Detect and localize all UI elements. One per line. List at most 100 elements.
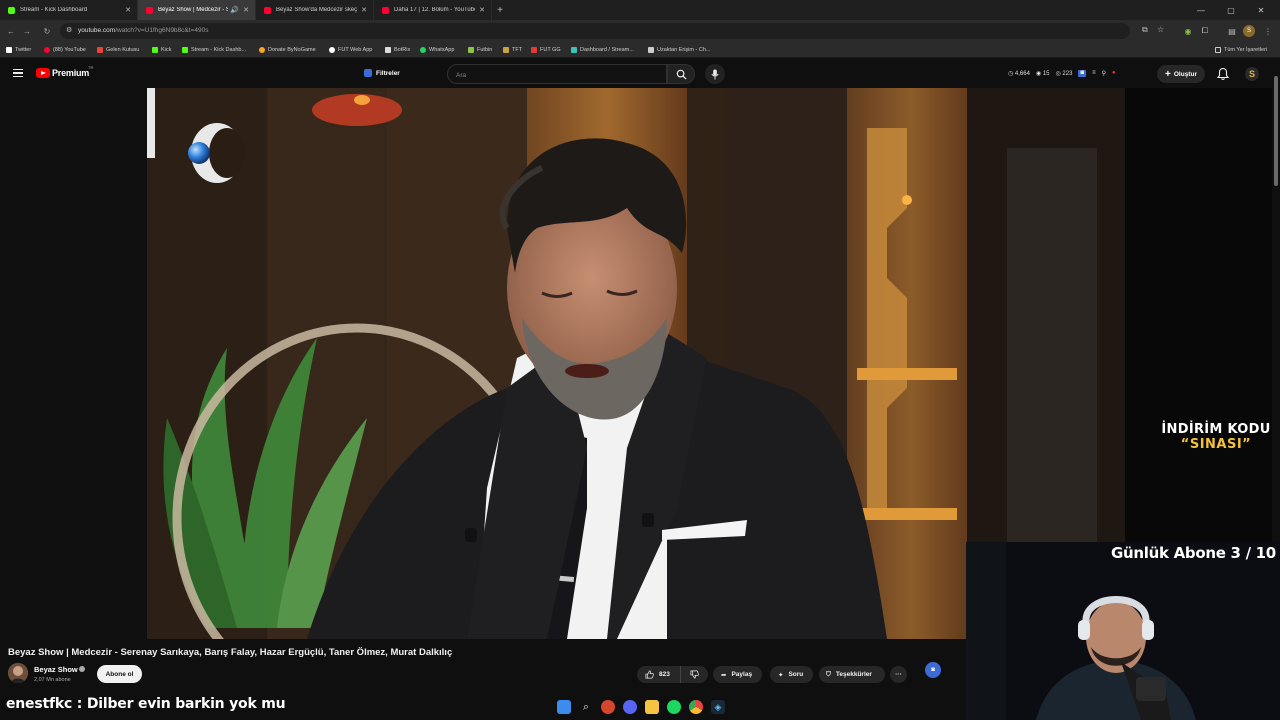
bookmark-fut-web-app[interactable]: FUT Web App: [329, 45, 372, 55]
file-explorer-icon[interactable]: [645, 700, 659, 714]
app-icon[interactable]: [601, 700, 615, 714]
bookmark-tft[interactable]: TFT: [503, 45, 522, 55]
discord-icon[interactable]: [623, 700, 637, 714]
bookmark-youtube[interactable]: (88) YouTube: [44, 45, 86, 55]
live-dot-icon[interactable]: ●: [1112, 70, 1116, 77]
bookmark-whatsapp[interactable]: WhatsApp: [420, 45, 454, 55]
youtube-premium-wordmark[interactable]: Premium: [52, 68, 89, 78]
list-icon[interactable]: ≡: [1092, 70, 1096, 77]
bookmark-label: Futbin: [477, 47, 493, 53]
more-actions-button[interactable]: ···: [890, 666, 907, 683]
browser-tab[interactable]: Beyaz Show'da Medcezir skeç... ✕: [256, 0, 374, 20]
close-window-button[interactable]: ✕: [1250, 0, 1272, 20]
promo-code: “SINASI”: [1180, 437, 1252, 452]
thanks-button[interactable]: ⛉ Teşekkürler: [819, 666, 885, 683]
pin-icon[interactable]: ⚲: [1102, 70, 1106, 77]
close-tab-icon[interactable]: ✕: [361, 6, 367, 14]
address-bar[interactable]: ⚙ youtube.com/watch?v=U1fhg6N9b8c&t=490s…: [60, 23, 1164, 39]
subscriber-goal-overlay: Günlük Abone 3 / 10: [1111, 544, 1276, 562]
bookmark-gmail[interactable]: Gelen Kutusu: [97, 45, 139, 55]
windows-start-icon[interactable]: [557, 700, 571, 714]
bookmark-label: Uzaktan Erişim - Ch...: [657, 47, 711, 53]
filters-button[interactable]: Filtreler: [360, 66, 406, 80]
account-avatar[interactable]: S: [1245, 67, 1259, 81]
close-tab-icon[interactable]: ✕: [125, 6, 131, 14]
youtube-logo-icon[interactable]: [36, 68, 50, 78]
new-tab-button[interactable]: +: [492, 0, 508, 20]
extension-badge-icon[interactable]: ◙: [925, 662, 941, 678]
search-button[interactable]: [667, 64, 695, 84]
url-host: youtube.com: [78, 27, 116, 34]
bookmark-label: BotRix: [394, 47, 411, 53]
close-tab-icon[interactable]: ✕: [243, 6, 249, 14]
cast-icon[interactable]: ⧉: [1142, 25, 1148, 35]
bookmark-kick[interactable]: Kick: [152, 45, 171, 55]
maximize-button[interactable]: ▢: [1220, 0, 1242, 20]
spotify-icon[interactable]: [667, 700, 681, 714]
sidebar-icon[interactable]: ▤: [1226, 25, 1238, 37]
bookmark-label: (88) YouTube: [53, 47, 86, 53]
kick-icon: [182, 47, 188, 53]
extension-icon[interactable]: ◉: [1182, 25, 1194, 37]
ask-label: Soru: [788, 671, 804, 678]
bookmark-bynogame[interactable]: Donate ByNoGame: [259, 45, 316, 55]
channel-name[interactable]: Beyaz Show: [34, 665, 78, 674]
dislike-button[interactable]: [681, 666, 708, 683]
super-thanks-icon: ⛉: [826, 670, 831, 678]
close-tab-icon[interactable]: ✕: [479, 6, 485, 14]
back-button[interactable]: ←: [4, 24, 18, 38]
bookmark-label: TFT: [512, 47, 523, 53]
create-button[interactable]: + Oluştur: [1157, 65, 1205, 83]
subscribe-button[interactable]: Abone ol: [97, 665, 142, 683]
bookmark-remote-access[interactable]: Uzaktan Erişim - Ch...: [648, 45, 710, 55]
bookmarks-bar: Twitter (88) YouTube Gelen Kutusu Kick S…: [0, 42, 1280, 58]
hamburger-menu-icon[interactable]: [13, 69, 23, 77]
bookmark-label: FUT Web App: [338, 47, 373, 53]
site-info-icon[interactable]: ⚙: [66, 26, 72, 34]
forward-button[interactable]: →: [20, 24, 34, 38]
minimize-button[interactable]: —: [1190, 0, 1212, 20]
futgg-icon: [531, 47, 537, 53]
bookmark-label: Twitter: [15, 47, 32, 53]
shield-count: 15: [1042, 71, 1050, 77]
verified-badge-icon: [79, 666, 85, 672]
bookmark-futgg[interactable]: FUT GG: [531, 45, 561, 55]
reload-button[interactable]: ↻: [40, 24, 54, 38]
notifications-bell-icon[interactable]: [1216, 67, 1230, 81]
filter-icon: [364, 69, 372, 77]
bookmark-label: FUT GG: [540, 47, 561, 53]
bookmark-kick-dashboard[interactable]: Stream - Kick Dashb...: [182, 45, 246, 55]
streamer-webcam-image: [966, 542, 1280, 720]
search-icon: [676, 69, 687, 80]
thumbs-up-icon: [645, 670, 654, 679]
scrollbar-thumb[interactable]: [1274, 76, 1278, 186]
search-icon[interactable]: ⌕: [579, 700, 593, 714]
bookmark-twitter[interactable]: Twitter: [6, 45, 31, 55]
thumbs-down-icon: [690, 670, 699, 679]
channel-avatar[interactable]: [8, 663, 28, 683]
bookmark-botrix[interactable]: BotRix: [385, 45, 410, 55]
bookmark-star-icon[interactable]: ☆: [1157, 25, 1164, 34]
ask-button[interactable]: ✦ Soru: [770, 666, 813, 683]
bookmark-label: Kick: [161, 47, 172, 53]
chrome-icon[interactable]: [689, 700, 703, 714]
voice-search-button[interactable]: [705, 64, 725, 84]
bookmark-dashboard-stream[interactable]: Dashboard / Stream...: [571, 45, 634, 55]
all-bookmarks-folder[interactable]: Tüm Yer İşaretleri: [1215, 45, 1267, 55]
search-input[interactable]: [456, 70, 656, 80]
speaker-icon[interactable]: 🔊: [230, 6, 239, 14]
browser-tab[interactable]: Daha 17 | 12. Bölüm - YouTube ✕: [374, 0, 492, 20]
tab-title: Beyaz Show | Medcezir - S...: [158, 7, 229, 13]
like-button[interactable]: 823: [637, 666, 681, 683]
share-button[interactable]: ➦ Paylaş: [713, 666, 762, 683]
promo-code-overlay: İNDİRİM KODU “SINASI”: [1150, 422, 1280, 452]
extension-badge-icon[interactable]: ◙: [1078, 70, 1087, 77]
bookmark-futbin[interactable]: Futbin: [468, 45, 492, 55]
search-box: [447, 64, 667, 84]
profile-avatar-icon[interactable]: S: [1243, 25, 1255, 37]
browser-tab[interactable]: Stream - Kick Dashboard ✕: [0, 0, 138, 20]
extensions-puzzle-icon[interactable]: ⧠: [1199, 25, 1211, 37]
browser-menu-icon[interactable]: ⋮: [1262, 25, 1274, 37]
steam-icon[interactable]: ◈: [711, 700, 725, 714]
browser-tab-active[interactable]: Beyaz Show | Medcezir - S... 🔊 ✕: [138, 0, 256, 20]
